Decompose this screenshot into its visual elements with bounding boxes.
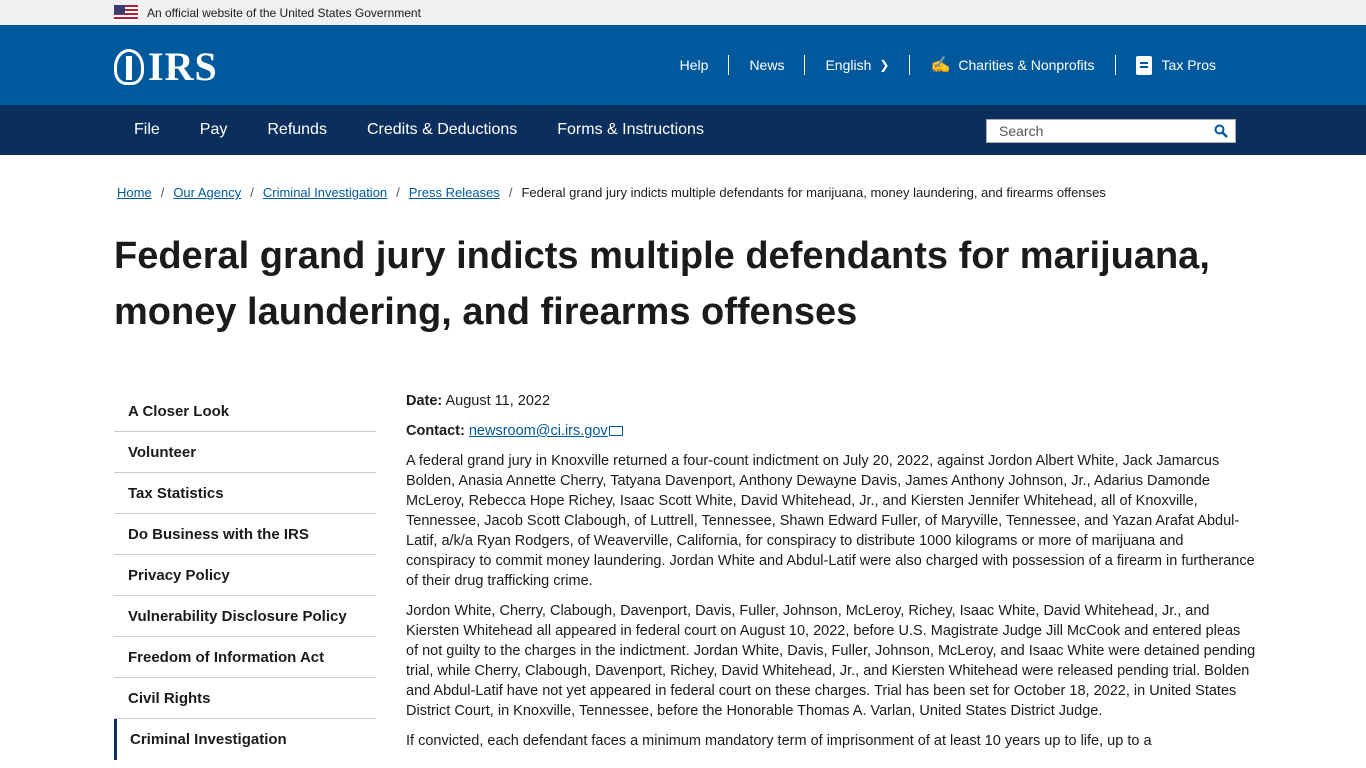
article-paragraph: If convicted, each defendant faces a min… — [406, 733, 1152, 749]
us-flag-icon — [114, 4, 138, 21]
article-contact: Contact: newsroom@ci.irs.gov — [406, 421, 1256, 441]
language-selector[interactable]: English ❯ — [805, 55, 909, 75]
sidebar-item-privacy-policy[interactable]: Privacy Policy — [114, 555, 376, 596]
envelope-icon — [608, 426, 623, 437]
sidebar-item-foia[interactable]: Freedom of Information Act — [114, 637, 376, 678]
breadcrumb-separator: / — [250, 185, 254, 200]
breadcrumb: Home / Our Agency / Criminal Investigati… — [117, 185, 1106, 200]
date-value: August 11, 2022 — [445, 393, 551, 409]
charities-link[interactable]: ✍ Charities & Nonprofits — [910, 55, 1114, 75]
tax-pros-link[interactable]: Tax Pros — [1116, 55, 1236, 75]
breadcrumb-separator: / — [396, 185, 400, 200]
article-content: Date: August 11, 2022 Contact: newsroom@… — [406, 391, 1256, 761]
sidebar-item-criminal-investigation[interactable]: Criminal Investigation — [114, 719, 376, 760]
nav-refunds[interactable]: Refunds — [247, 105, 347, 155]
logo-text: IRS — [148, 44, 218, 89]
search-icon[interactable] — [1207, 120, 1235, 142]
breadcrumb-separator: / — [160, 185, 165, 200]
language-label: English — [825, 57, 872, 73]
sidebar-nav: A Closer Look Volunteer Tax Statistics D… — [114, 391, 376, 760]
article-date: Date: August 11, 2022 — [406, 391, 1256, 411]
breadcrumb-press-releases[interactable]: Press Releases — [409, 185, 500, 200]
chevron-down-icon: ❯ — [879, 58, 890, 72]
page-title: Federal grand jury indicts multiple defe… — [114, 235, 1210, 333]
sidebar-item-volunteer[interactable]: Volunteer — [114, 432, 376, 473]
nav-credits-deductions[interactable]: Credits & Deductions — [347, 105, 537, 155]
document-icon — [1135, 55, 1152, 75]
utility-nav: Help News English ❯ ✍ Charities & Nonpro… — [660, 25, 1236, 105]
search-box — [986, 119, 1236, 143]
help-link[interactable]: Help — [660, 55, 729, 75]
tax-pros-label: Tax Pros — [1161, 57, 1216, 73]
sidebar-item-vulnerability-disclosure[interactable]: Vulnerability Disclosure Policy — [114, 596, 376, 637]
contact-label: Contact: — [406, 423, 465, 439]
breadcrumb-our-agency[interactable]: Our Agency — [173, 185, 241, 200]
charities-label: Charities & Nonprofits — [958, 57, 1095, 73]
site-header: IRS Help News English ❯ ✍ Charities & No… — [0, 25, 1366, 105]
sidebar-item-a-closer-look[interactable]: A Closer Look — [114, 391, 376, 432]
main-nav: File Pay Refunds Credits & Deductions Fo… — [0, 105, 1366, 155]
gov-banner: An official website of the United States… — [0, 0, 1366, 25]
date-label: Date: — [406, 393, 443, 409]
eagle-emblem-icon — [114, 49, 144, 85]
nav-file[interactable]: File — [114, 105, 180, 155]
sidebar-item-civil-rights[interactable]: Civil Rights — [114, 678, 376, 719]
breadcrumb-home[interactable]: Home — [117, 185, 152, 200]
breadcrumb-criminal-investigation[interactable]: Criminal Investigation — [263, 185, 387, 200]
nav-forms-instructions[interactable]: Forms & Instructions — [537, 105, 724, 155]
sidebar-item-do-business[interactable]: Do Business with the IRS — [114, 514, 376, 555]
breadcrumb-current: Federal grand jury indicts multiple defe… — [521, 185, 1106, 200]
breadcrumb-separator: / — [508, 185, 513, 200]
gov-banner-text: An official website of the United States… — [147, 5, 421, 20]
contact-email-link[interactable]: newsroom@ci.irs.gov — [469, 423, 608, 439]
article-paragraph: A federal grand jury in Knoxville return… — [406, 453, 1255, 589]
nav-pay[interactable]: Pay — [180, 105, 248, 155]
search-input[interactable] — [987, 120, 1207, 142]
sidebar-item-tax-statistics[interactable]: Tax Statistics — [114, 473, 376, 514]
handshake-icon: ✍ — [930, 57, 951, 74]
irs-logo[interactable]: IRS — [114, 44, 218, 89]
news-link[interactable]: News — [729, 55, 804, 75]
article-paragraph: Jordon White, Cherry, Clabough, Davenpor… — [406, 603, 1256, 719]
